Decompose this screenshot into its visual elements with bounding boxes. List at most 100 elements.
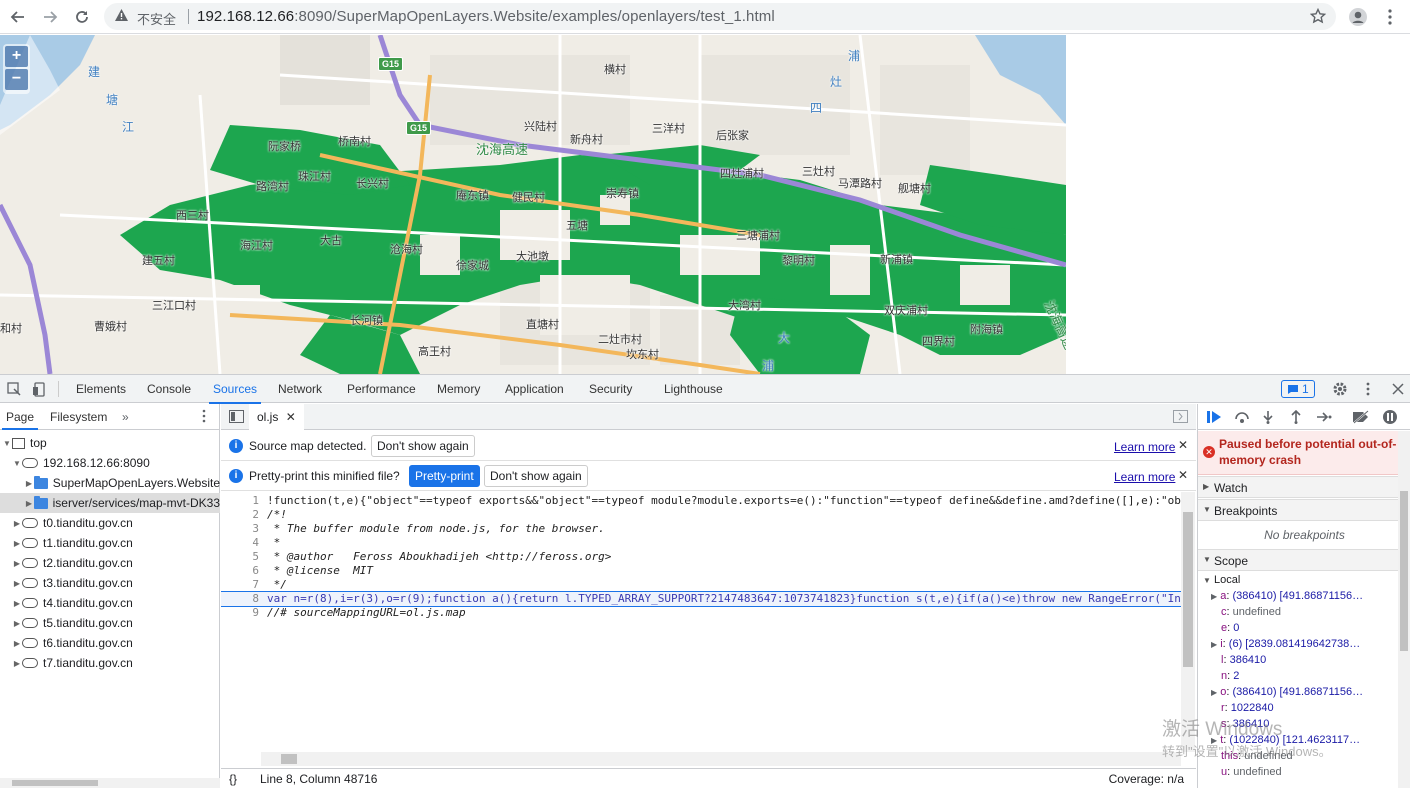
tree-item-host[interactable]: ▶ t6.tianditu.gov.cn (0, 633, 220, 653)
close-icon[interactable] (1389, 380, 1407, 398)
close-infobar-icon[interactable]: ✕ (1178, 438, 1188, 452)
tab-network[interactable]: Network (278, 382, 322, 396)
scrollbar-thumb[interactable] (281, 754, 297, 764)
var-value: undefined (1233, 766, 1282, 778)
issues-badge[interactable]: 1 (1281, 380, 1315, 398)
infobar-message: Source map detected. (249, 439, 367, 453)
tab-sources[interactable]: Sources (208, 382, 262, 404)
dont-show-again-button[interactable]: Don't show again (371, 435, 475, 457)
pretty-print-button[interactable]: Pretty-print (409, 465, 480, 487)
var-name: l (1221, 654, 1224, 666)
tab-application[interactable]: Application (505, 382, 564, 396)
tree-label: iserver/services/map-mvt-DK33 (52, 496, 220, 510)
close-tab-icon[interactable]: ✕ (286, 410, 296, 424)
gear-icon[interactable] (1331, 380, 1349, 398)
more-tabs-icon[interactable]: » (122, 410, 129, 424)
tab-memory[interactable]: Memory (437, 382, 480, 396)
breakpoints-pane-header[interactable]: ▼ Breakpoints (1198, 499, 1410, 521)
tree-item-host[interactable]: ▶ t2.tianditu.gov.cn (0, 553, 220, 573)
tab-console[interactable]: Console (147, 382, 191, 396)
url-text[interactable]: 192.168.12.66:8090/SuperMapOpenLayers.We… (197, 8, 775, 25)
tab-filesystem[interactable]: Filesystem (50, 410, 107, 424)
zoom-in-button[interactable]: + (5, 46, 28, 67)
address-bar[interactable]: 不安全 192.168.12.66:8090/SuperMapOpenLayer… (104, 3, 1336, 30)
tree-item-host[interactable]: ▶ t5.tianditu.gov.cn (0, 613, 220, 633)
cloud-icon (22, 538, 38, 548)
toggle-navigator-icon[interactable] (229, 410, 244, 426)
place-label: 路湾村 (256, 181, 289, 193)
scope-variable[interactable]: n: 2 (1198, 668, 1410, 684)
var-name: u (1221, 766, 1228, 778)
var-name: o (1220, 686, 1227, 698)
scope-variable[interactable]: u: undefined (1198, 764, 1410, 780)
deactivate-breakpoints-icon[interactable] (1352, 410, 1370, 427)
code-text: var n=r(8),i=r(3),o=r(9);function a(){re… (267, 592, 1181, 605)
code-area[interactable]: 1 !function(t,e){"object"==typeof exports… (221, 492, 1181, 752)
scope-variable[interactable]: c: undefined (1198, 604, 1410, 620)
expand-triangle-icon: ▼ (1203, 505, 1211, 514)
tab-page[interactable]: Page (1, 410, 39, 430)
code-hscrollbar[interactable] (261, 752, 1181, 766)
scope-pane-header[interactable]: ▼ Scope (1198, 549, 1410, 571)
tree-label: t1.tianditu.gov.cn (43, 536, 133, 550)
file-tab-ol-js[interactable]: ol.js ✕ (249, 404, 304, 430)
tree-item-folder[interactable]: ▶ iserver/services/map-mvt-DK33 (0, 493, 220, 513)
tab-performance[interactable]: Performance (347, 382, 416, 396)
scope-variable[interactable]: ▶ o: (386410) [491.86871156… (1198, 684, 1410, 700)
scope-variable[interactable]: e: 0 (1198, 620, 1410, 636)
step-into-icon[interactable] (1262, 410, 1274, 427)
code-editor: ol.js ✕ i Source map detected. Don't sho… (221, 404, 1196, 788)
device-toggle-icon[interactable] (30, 380, 48, 398)
step-out-icon[interactable] (1290, 409, 1302, 427)
navigator-menu-icon[interactable] (202, 409, 206, 426)
close-infobar-icon[interactable]: ✕ (1178, 468, 1188, 482)
scrollbar-thumb[interactable] (1183, 512, 1193, 667)
back-icon[interactable] (6, 5, 30, 29)
debugger-vscrollbar[interactable] (1398, 431, 1410, 788)
place-label: 长河镇 (350, 315, 383, 327)
scope-local[interactable]: ▼ Local (1198, 572, 1410, 588)
scrollbar-thumb[interactable] (12, 780, 98, 786)
watch-pane-header[interactable]: ▶ Watch (1198, 476, 1410, 498)
security-label[interactable]: 不安全 (137, 9, 176, 28)
toggle-debugger-icon[interactable] (1173, 410, 1188, 426)
omnibox-separator (188, 9, 189, 24)
scope-variable[interactable]: ▶ i: (6) [2839.081419642738… (1198, 636, 1410, 652)
code-vscrollbar[interactable] (1181, 492, 1195, 752)
more-options-icon[interactable] (1359, 380, 1377, 398)
tree-item-folder[interactable]: ▶ SuperMapOpenLayers.Website (0, 473, 220, 493)
scope-variable[interactable]: ▶ a: (386410) [491.86871156… (1198, 588, 1410, 604)
place-label: 五塘 (566, 220, 588, 232)
pane-title: Watch (1214, 481, 1248, 495)
inspect-icon[interactable] (5, 380, 23, 398)
tree-item-host[interactable]: ▶ t3.tianditu.gov.cn (0, 573, 220, 593)
learn-more-link[interactable]: Learn more (1114, 470, 1175, 484)
map-viewport[interactable]: + − G15 G15 沈海高速 沈海高速 建 塘 江 浦 灶 四 大 浦 横村… (0, 35, 1066, 374)
reload-icon[interactable] (70, 5, 94, 29)
forward-icon[interactable] (38, 5, 62, 29)
tab-lighthouse[interactable]: Lighthouse (664, 382, 723, 396)
step-over-icon[interactable] (1234, 410, 1250, 427)
tree-item-host[interactable]: ▶ t4.tianditu.gov.cn (0, 593, 220, 613)
infobar-message: Pretty-print this minified file? (249, 469, 400, 483)
scope-variable[interactable]: l: 386410 (1198, 652, 1410, 668)
zoom-out-button[interactable]: − (5, 69, 28, 90)
profile-icon[interactable] (1346, 5, 1370, 29)
menu-icon[interactable] (1378, 5, 1402, 29)
resume-icon[interactable] (1206, 410, 1222, 427)
tab-security[interactable]: Security (589, 382, 632, 396)
scrollbar-thumb[interactable] (1400, 491, 1408, 651)
pause-on-exceptions-icon[interactable] (1382, 409, 1398, 428)
tree-item-host[interactable]: ▼ 192.168.12.66:8090 (0, 453, 220, 473)
star-icon[interactable] (1309, 7, 1327, 27)
learn-more-link[interactable]: Learn more (1114, 440, 1175, 454)
dont-show-again-button[interactable]: Don't show again (484, 465, 588, 487)
tab-elements[interactable]: Elements (76, 382, 126, 396)
tree-item-host[interactable]: ▶ t0.tianditu.gov.cn (0, 513, 220, 533)
tree-item-top[interactable]: ▼ top (0, 433, 220, 453)
tree-item-host[interactable]: ▶ t7.tianditu.gov.cn (0, 653, 220, 673)
pretty-print-braces-icon[interactable]: {} (229, 772, 237, 786)
tree-item-host[interactable]: ▶ t1.tianditu.gov.cn (0, 533, 220, 553)
place-label: 黎明村 (782, 255, 815, 267)
step-icon[interactable] (1316, 410, 1332, 427)
